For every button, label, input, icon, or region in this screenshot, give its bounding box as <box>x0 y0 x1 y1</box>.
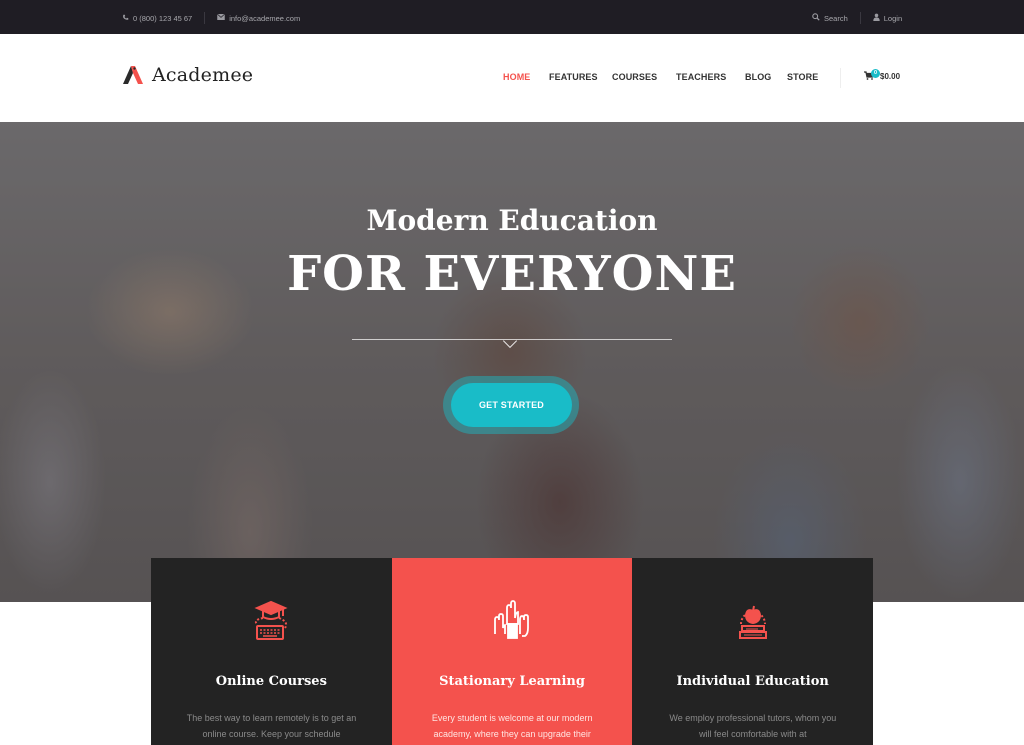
apple-books-icon <box>731 598 775 642</box>
envelope-icon <box>217 13 226 22</box>
cart-count-badge: 0 <box>871 69 880 78</box>
cart-total: $0.00 <box>880 71 901 81</box>
logo[interactable]: Academee <box>122 64 253 86</box>
raised-hands-icon <box>490 598 534 642</box>
phone-link[interactable]: 0 (800) 123 45 67 <box>122 14 192 23</box>
phone-number: 0 (800) 123 45 67 <box>133 13 193 23</box>
feature-card-stationary-learning[interactable]: Stationary Learning Every student is wel… <box>391 558 633 745</box>
feature-card-online-courses[interactable]: Online Courses The best way to learn rem… <box>151 558 392 745</box>
get-started-button[interactable]: GET STARTED <box>451 383 572 427</box>
email-link[interactable]: info@academee.com <box>217 14 300 23</box>
chevron-down-icon <box>502 333 518 349</box>
email-address: info@academee.com <box>229 13 301 23</box>
feature-title: Online Courses <box>215 674 327 689</box>
nav-courses[interactable]: COURSES <box>612 72 657 82</box>
login-link[interactable]: Login <box>873 13 902 23</box>
login-label: Login <box>883 13 903 23</box>
top-bar: 0 (800) 123 45 67 info@academee.com Sear… <box>0 0 1024 34</box>
nav-blog[interactable]: BLOG <box>745 72 771 82</box>
phone-icon <box>122 14 129 23</box>
nav-teachers[interactable]: TEACHERS <box>676 72 726 82</box>
feature-text: The best way to learn remotely is to get… <box>186 713 357 739</box>
logo-icon <box>122 65 144 85</box>
nav-features[interactable]: FEATURES <box>549 72 598 82</box>
divider <box>859 12 861 24</box>
search-label: Search <box>824 13 848 23</box>
cart-icon: 0 <box>864 69 880 81</box>
cart-button[interactable]: 0 $0.00 <box>864 69 901 81</box>
feature-text: We employ professional tutors, whom you … <box>669 713 837 739</box>
graduation-cap-keyboard-icon <box>249 598 293 642</box>
hero-subtitle: Modern Education <box>366 204 658 237</box>
feature-card-individual-education[interactable]: Individual Education We employ professio… <box>632 558 874 745</box>
nav-home[interactable]: HOME <box>503 72 530 82</box>
divider <box>204 12 206 24</box>
hero-section: Modern Education FOR EVERYONE GET STARTE… <box>0 122 1024 602</box>
logo-text: Academee <box>152 64 254 86</box>
search-link[interactable]: Search <box>812 13 848 23</box>
features-row: Online Courses The best way to learn rem… <box>151 558 874 745</box>
feature-title: Stationary Learning <box>439 674 585 689</box>
hero-title: FOR EVERYONE <box>287 246 737 302</box>
nav-divider <box>840 68 841 88</box>
nav-store[interactable]: STORE <box>787 72 818 82</box>
feature-text: Every student is welcome at our modern a… <box>431 713 593 739</box>
search-icon <box>812 13 820 23</box>
feature-title: Individual Education <box>676 674 829 689</box>
user-icon <box>873 13 880 23</box>
